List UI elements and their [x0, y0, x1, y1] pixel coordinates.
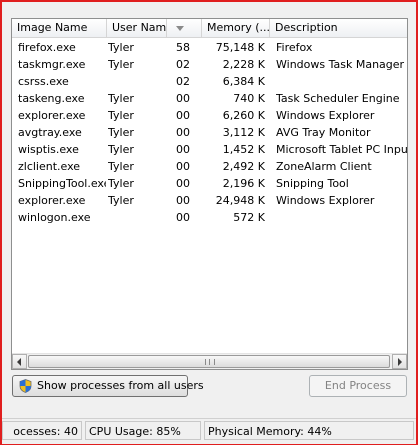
process-row[interactable]: taskmgr.exe Tyler 02 2,228 K Windows Task Ma… [12, 56, 407, 73]
process-row[interactable]: wisptis.exe Tyler 00 1,452 K Microsoft Table… [12, 141, 407, 158]
status-physical-memory: Physical Memory: 44% [204, 421, 414, 440]
process-image-name: winlogon.exe [18, 211, 91, 224]
status-cpu-usage: CPU Usage: 85% [85, 421, 201, 440]
process-user-name: Tyler [108, 126, 134, 139]
process-memory: 2,228 K [222, 58, 265, 71]
process-user-name: Tyler [108, 58, 134, 71]
scroll-right-button[interactable] [392, 354, 407, 369]
status-cpu-usage-text: CPU Usage: 85% [89, 425, 181, 438]
process-memory: 6,384 K [222, 75, 265, 88]
horizontal-scrollbar[interactable] [12, 353, 407, 369]
process-image-name: firefox.exe [18, 41, 76, 54]
process-row[interactable]: csrss.exe 02 6,384 K [12, 73, 407, 90]
process-description: AVG Tray Monitor [276, 126, 371, 139]
process-row[interactable]: firefox.exe Tyler 58 75,148 K Firefox [12, 39, 407, 56]
status-bar: ocesses: 40 CPU Usage: 85% Physical Memo… [2, 418, 416, 444]
status-process-count: ocesses: 40 [2, 421, 82, 440]
process-rows: firefox.exe Tyler 58 75,148 K Firefox taskmgr… [12, 39, 407, 226]
scroll-right-arrow-icon [398, 358, 402, 366]
process-memory: 75,148 K [215, 41, 265, 54]
process-memory: 572 K [233, 211, 265, 224]
end-process-button[interactable]: End Process [309, 375, 407, 397]
process-image-name: SnippingTool.exe [18, 177, 106, 190]
column-header-description[interactable]: Description [270, 19, 407, 37]
process-row[interactable]: winlogon.exe 00 572 K [12, 209, 407, 226]
scroll-left-button[interactable] [12, 354, 27, 369]
process-user-name: Tyler [108, 177, 134, 190]
column-header-cpu[interactable] [167, 19, 202, 37]
scrollbar-thumb[interactable] [28, 355, 390, 368]
process-image-name: zlclient.exe [18, 160, 81, 173]
process-cpu: 00 [176, 109, 190, 122]
process-image-name: csrss.exe [18, 75, 69, 88]
process-user-name: Tyler [108, 194, 134, 207]
process-image-name: taskeng.exe [18, 92, 85, 105]
process-image-name: taskmgr.exe [18, 58, 86, 71]
process-list-header: Image Name User Name Memory (... Descrip… [12, 19, 407, 38]
process-row[interactable]: explorer.exe Tyler 00 6,260 K Windows Explor… [12, 107, 407, 124]
process-image-name: explorer.exe [18, 109, 86, 122]
process-cpu: 00 [176, 160, 190, 173]
process-description: Firefox [276, 41, 313, 54]
process-list[interactable]: Image Name User Name Memory (... Descrip… [11, 18, 408, 370]
column-header-memory-label: Memory (... [207, 21, 270, 34]
column-header-user-name[interactable]: User Name [107, 19, 167, 37]
process-memory: 1,452 K [222, 143, 265, 156]
status-physical-memory-text: Physical Memory: 44% [208, 425, 332, 438]
process-memory: 3,112 K [222, 126, 265, 139]
process-description: Task Scheduler Engine [276, 92, 400, 105]
column-header-description-label: Description [275, 21, 338, 34]
uac-shield-icon [19, 379, 32, 393]
process-image-name: explorer.exe [18, 194, 86, 207]
process-memory: 2,196 K [222, 177, 265, 190]
process-user-name [108, 73, 166, 90]
process-description: Windows Explorer [276, 109, 375, 122]
process-image-name: avgtray.exe [18, 126, 82, 139]
process-description: ZoneAlarm Client [276, 160, 372, 173]
process-memory: 740 K [233, 92, 265, 105]
process-cpu: 00 [176, 143, 190, 156]
process-cpu: 02 [176, 75, 190, 88]
process-user-name: Tyler [108, 143, 134, 156]
task-manager-processes-pane: Image Name User Name Memory (... Descrip… [0, 0, 418, 445]
scrollbar-grip-icon [205, 359, 215, 365]
column-header-user-name-label: User Name [112, 21, 167, 34]
process-memory: 2,492 K [222, 160, 265, 173]
process-user-name [108, 209, 166, 226]
column-header-image-name-label: Image Name [17, 21, 88, 34]
process-description: Microsoft Tablet PC Input C [276, 143, 407, 156]
process-cpu: 00 [176, 177, 190, 190]
show-all-processes-label: Show processes from all users [37, 379, 204, 392]
process-memory: 24,948 K [215, 194, 265, 207]
process-image-name: wisptis.exe [18, 143, 79, 156]
process-cpu: 00 [176, 92, 190, 105]
process-user-name: Tyler [108, 41, 134, 54]
process-cpu: 00 [176, 211, 190, 224]
show-all-processes-button[interactable]: Show processes from all users [12, 375, 204, 397]
process-row[interactable]: explorer.exe Tyler 00 24,948 K Windows Explo… [12, 192, 407, 209]
process-row[interactable]: SnippingTool.exe Tyler 00 2,196 K Snipping T… [12, 175, 407, 192]
column-header-memory[interactable]: Memory (... [202, 19, 270, 37]
process-description: Snipping Tool [276, 177, 349, 190]
process-description: Windows Explorer [276, 194, 375, 207]
process-memory: 6,260 K [222, 109, 265, 122]
process-row[interactable]: zlclient.exe Tyler 00 2,492 K ZoneAlarm Clie… [12, 158, 407, 175]
status-process-count-text: ocesses: 40 [13, 425, 78, 438]
process-user-name: Tyler [108, 109, 134, 122]
process-user-name: Tyler [108, 92, 134, 105]
scroll-left-arrow-icon [17, 358, 21, 366]
process-row[interactable]: avgtray.exe Tyler 00 3,112 K AVG Tray Monito… [12, 124, 407, 141]
process-description [276, 73, 407, 90]
process-user-name: Tyler [108, 160, 134, 173]
sort-descending-icon [176, 25, 184, 31]
process-description: Windows Task Manager [276, 58, 405, 71]
end-process-label: End Process [324, 379, 392, 392]
process-cpu: 02 [176, 58, 190, 71]
process-row[interactable]: taskeng.exe Tyler 00 740 K Task Scheduler En… [12, 90, 407, 107]
process-cpu: 00 [176, 194, 190, 207]
process-cpu: 58 [176, 41, 190, 54]
column-header-image-name[interactable]: Image Name [12, 19, 107, 37]
process-cpu: 00 [176, 126, 190, 139]
process-description [276, 209, 407, 226]
